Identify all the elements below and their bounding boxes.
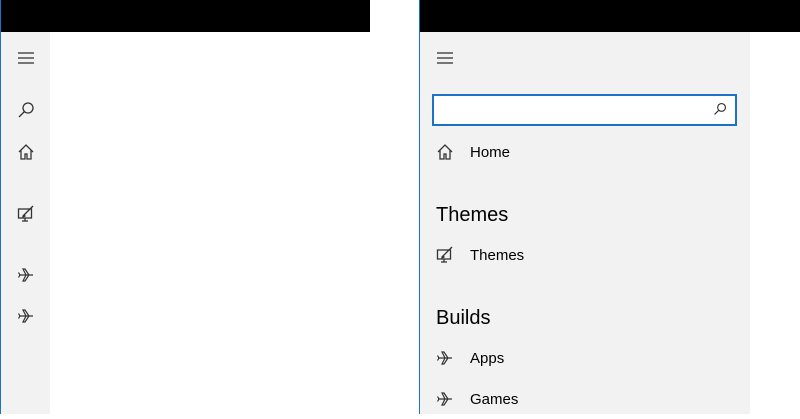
section-header-themes: Themes	[436, 204, 509, 226]
themes-icon	[17, 205, 35, 223]
nav-item-label: Home	[470, 143, 511, 161]
airplane-icon	[420, 390, 470, 408]
compact-window	[0, 0, 370, 414]
hamburger-button[interactable]	[425, 38, 465, 78]
title-bar[interactable]	[420, 0, 800, 32]
airplane-icon	[420, 349, 470, 367]
home-icon	[17, 143, 35, 161]
nav-item-themes[interactable]	[6, 194, 46, 234]
nav-item-label: Games	[470, 390, 519, 408]
hamburger-icon	[436, 51, 454, 65]
airplane-icon	[17, 307, 35, 325]
title-bar[interactable]	[1, 0, 370, 32]
nav-item-apps[interactable]: Apps	[420, 338, 750, 378]
hamburger-icon	[17, 51, 35, 65]
nav-item-themes[interactable]: Themes	[420, 235, 750, 275]
nav-pane-expanded: Home Themes Themes Builds Apps Games	[420, 32, 750, 414]
nav-item-home[interactable]	[6, 132, 46, 172]
home-icon	[420, 143, 470, 161]
nav-item-home[interactable]: Home	[420, 132, 750, 172]
nav-item-apps[interactable]	[6, 255, 46, 295]
nav-item-label: Themes	[470, 246, 525, 264]
nav-item-games[interactable]	[6, 296, 46, 336]
nav-pane-compact	[1, 32, 50, 414]
section-header-builds: Builds	[436, 307, 491, 329]
search-box[interactable]	[432, 94, 737, 126]
expanded-window: Home Themes Themes Builds Apps Games	[419, 0, 800, 414]
nav-item-games[interactable]: Games	[420, 379, 750, 419]
search-button[interactable]	[6, 90, 46, 130]
nav-item-label: Apps	[470, 349, 505, 367]
search-input[interactable]	[440, 100, 704, 122]
themes-icon	[420, 246, 470, 264]
search-icon	[713, 102, 727, 121]
airplane-icon	[17, 266, 35, 284]
hamburger-button[interactable]	[6, 38, 46, 78]
search-icon	[17, 101, 35, 119]
search-button[interactable]	[711, 102, 729, 120]
